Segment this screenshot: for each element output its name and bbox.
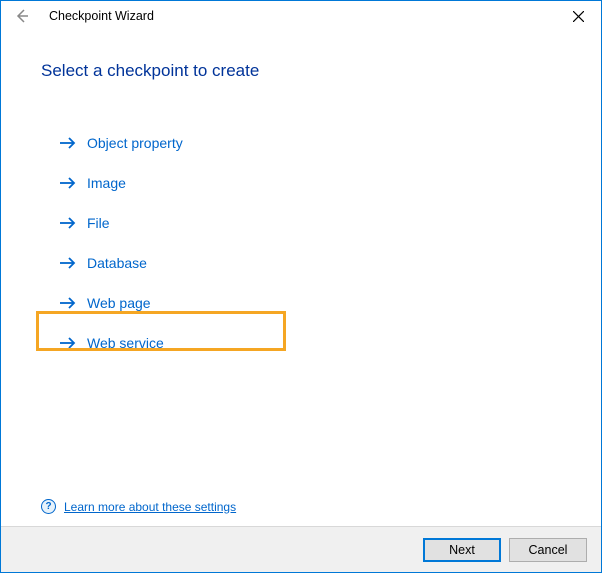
arrow-right-icon xyxy=(59,174,77,192)
option-database[interactable]: Database xyxy=(53,243,561,283)
cancel-button[interactable]: Cancel xyxy=(509,538,587,562)
help-link[interactable]: Learn more about these settings xyxy=(64,500,236,514)
option-image[interactable]: Image xyxy=(53,163,561,203)
window-title: Checkpoint Wizard xyxy=(49,9,154,23)
help-row: ? Learn more about these settings xyxy=(41,499,236,514)
option-file[interactable]: File xyxy=(53,203,561,243)
option-object-property[interactable]: Object property xyxy=(53,123,561,163)
close-icon xyxy=(573,11,584,22)
option-label: Web service xyxy=(87,335,164,351)
arrow-right-icon xyxy=(59,294,77,312)
arrow-right-icon xyxy=(59,134,77,152)
content-area: Select a checkpoint to create Object pro… xyxy=(1,31,601,526)
back-button[interactable] xyxy=(7,1,37,31)
arrow-right-icon xyxy=(59,214,77,232)
wizard-window: Checkpoint Wizard Select a checkpoint to… xyxy=(0,0,602,573)
close-button[interactable] xyxy=(556,1,601,31)
next-button[interactable]: Next xyxy=(423,538,501,562)
option-label: File xyxy=(87,215,110,231)
option-label: Database xyxy=(87,255,147,271)
checkpoint-options: Object property Image File Database xyxy=(53,123,561,363)
option-label: Image xyxy=(87,175,126,191)
arrow-right-icon xyxy=(59,254,77,272)
page-heading: Select a checkpoint to create xyxy=(41,61,561,81)
arrow-right-icon xyxy=(59,334,77,352)
arrow-left-icon xyxy=(14,8,30,24)
option-label: Web page xyxy=(87,295,151,311)
option-web-page[interactable]: Web page xyxy=(53,283,561,323)
option-label: Object property xyxy=(87,135,183,151)
help-icon: ? xyxy=(41,499,56,514)
titlebar: Checkpoint Wizard xyxy=(1,1,601,31)
option-web-service[interactable]: Web service xyxy=(53,323,561,363)
footer: Next Cancel xyxy=(1,526,601,572)
